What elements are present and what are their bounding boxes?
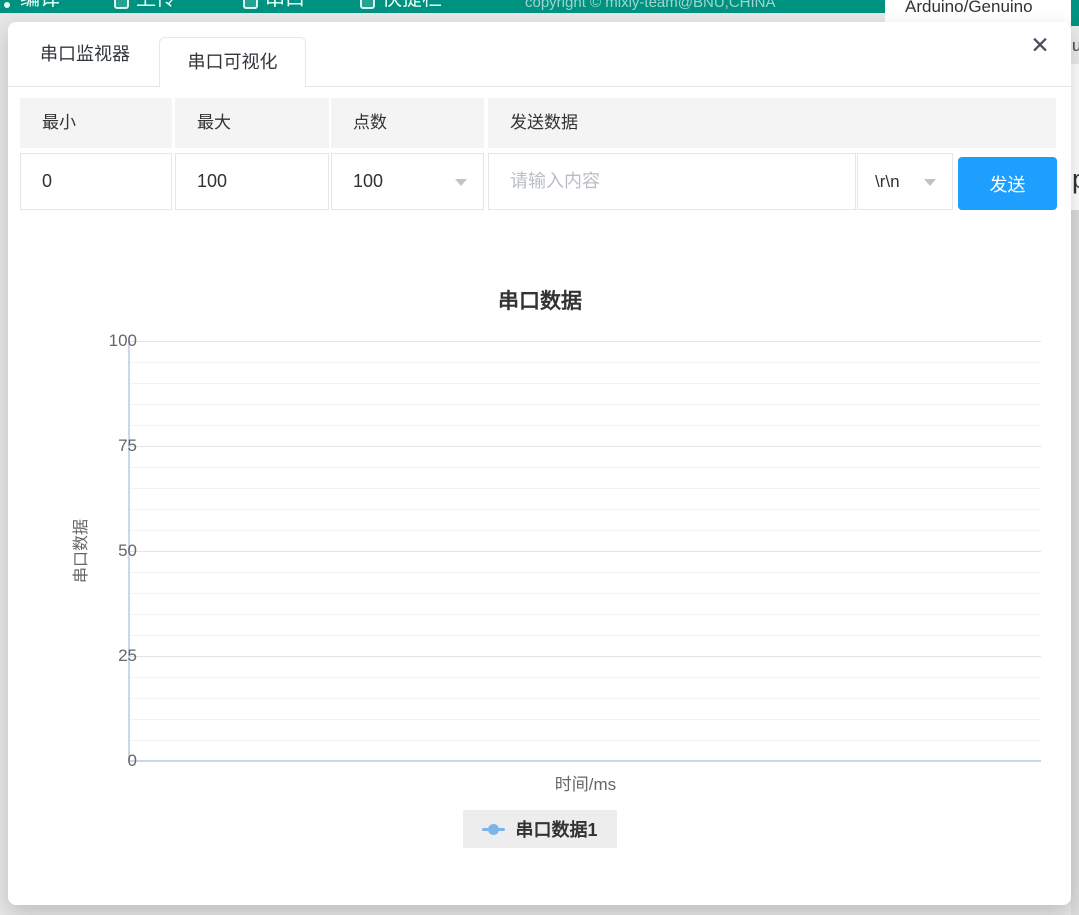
toolbar-item-label: 上传 [136, 0, 176, 11]
y-tick-label: 75 [57, 436, 137, 456]
serial-icon [243, 0, 258, 9]
toolbar-item-serial[interactable]: 串口 [243, 0, 305, 11]
line-ending-select[interactable]: \r\n [857, 153, 953, 210]
serial-chart: 串口数据 100 75 50 25 0 串口数据 时间/ms 串口数据1 [38, 276, 1042, 886]
y-tick-label: 50 [57, 541, 137, 561]
max-header: 最大 [175, 98, 329, 148]
y-tick-label: 25 [57, 646, 137, 666]
chevron-down-icon [924, 179, 936, 186]
line-ending-value: \r\n [858, 154, 952, 209]
background-text-fragment-p: p [1072, 164, 1079, 195]
chart-plot-area [130, 341, 1041, 761]
upload-icon [114, 0, 129, 9]
min-input[interactable] [21, 154, 171, 209]
points-header: 点数 [331, 98, 484, 148]
chart-legend: 串口数据1 [38, 810, 1042, 848]
copyright-text: copyright © mixly-team@BNU,CHINA [525, 0, 776, 11]
legend-item-series1[interactable]: 串口数据1 [463, 810, 616, 848]
toolbar-item-label: 串口 [265, 0, 305, 11]
toolbar-right-strip [1071, 0, 1079, 26]
toolbar-item-label: 编译 [20, 0, 60, 11]
min-field-cell [20, 153, 172, 210]
toolbar-item-compile[interactable]: 编译 [20, 0, 60, 11]
tab-serial-monitor[interactable]: 串口监视器 [20, 22, 150, 86]
send-data-input[interactable] [489, 154, 855, 209]
x-axis-title: 时间/ms [130, 770, 1041, 795]
mixly-serial-window: 编译 上传 串口 快捷栏 copyright © mixly-team@BNU,… [0, 0, 1079, 915]
close-icon[interactable]: ✕ [1022, 27, 1058, 63]
chart-title: 串口数据 [38, 285, 1042, 315]
chevron-down-icon [455, 179, 467, 186]
x-axis-line [128, 760, 1041, 762]
shortcut-bar-icon [360, 0, 375, 9]
send-field-cell [488, 153, 856, 210]
toolbar-item-shortcutbar[interactable]: 快捷栏 [360, 0, 442, 11]
send-data-header: 发送数据 [488, 98, 1056, 148]
legend-label: 串口数据1 [515, 816, 597, 842]
background-text-fragment-u: u [1072, 36, 1079, 56]
max-field-cell [175, 153, 329, 210]
toolbar-item-upload[interactable]: 上传 [114, 0, 176, 11]
y-tick-label: 100 [57, 331, 137, 351]
background-strip [1071, 210, 1079, 915]
toolbar-dot-icon [4, 2, 10, 8]
max-input[interactable] [176, 154, 328, 209]
y-tick-label: 0 [57, 751, 137, 771]
min-header: 最小 [20, 98, 172, 148]
serial-dialog: 串口监视器 串口可视化 ✕ 最小 最大 点数 发送数据 100 \r\n 发送 … [8, 22, 1071, 905]
toolbar-item-label: 快捷栏 [382, 0, 442, 11]
send-button[interactable]: 发送 [958, 157, 1057, 210]
y-axis-title: 串口数据 [72, 491, 92, 611]
board-selector-value: Arduino/Genuino [905, 0, 1033, 17]
points-select[interactable]: 100 [331, 153, 484, 210]
tab-serial-visualization[interactable]: 串口可视化 [159, 37, 306, 87]
line-dot-marker-icon [482, 824, 505, 835]
